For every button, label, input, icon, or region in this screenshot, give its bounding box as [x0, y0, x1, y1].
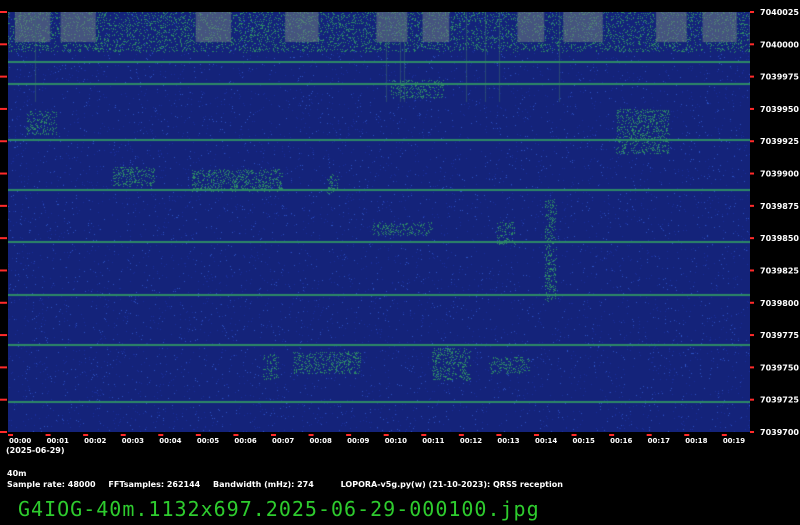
- y-tick-mark: [750, 366, 754, 369]
- y-tick-mark-left: [0, 172, 7, 175]
- y-tick-label: 7039725: [760, 396, 799, 405]
- x-tick-label: 00:05: [197, 437, 219, 445]
- x-tick-mark: [684, 434, 690, 436]
- y-tick-label: 7040000: [760, 40, 799, 49]
- y-tick-mark: [750, 237, 754, 240]
- x-tick-mark: [646, 434, 652, 436]
- y-tick-mark-left: [0, 334, 7, 337]
- y-tick-mark: [750, 301, 754, 304]
- filename-caption: G4IOG-40m.1132x697.2025-06-29-000100.jpg: [18, 497, 540, 521]
- y-tick-mark-left: [0, 204, 7, 207]
- x-tick-mark: [533, 434, 539, 436]
- y-tick-mark-left: [0, 431, 7, 433]
- y-tick-mark: [750, 431, 754, 433]
- x-tick-label: 00:00: [9, 437, 31, 445]
- y-tick-mark: [750, 107, 754, 110]
- x-tick-label: 00:10: [385, 437, 407, 445]
- y-tick-label: 7039975: [760, 73, 799, 82]
- x-tick-mark: [609, 434, 615, 436]
- x-tick-mark: [270, 434, 276, 436]
- date-label: (2025-06-29): [6, 446, 65, 455]
- x-tick-mark: [346, 434, 352, 436]
- x-tick-mark: [496, 434, 502, 436]
- y-tick-label: 7039700: [760, 428, 799, 437]
- y-tick-label: 7039775: [760, 331, 799, 340]
- bandwidth-text: Bandwidth (mHz): 274: [213, 480, 314, 489]
- y-tick-mark: [750, 11, 754, 13]
- x-tick-mark: [8, 434, 13, 436]
- x-tick-mark: [120, 434, 126, 436]
- y-tick-mark-left: [0, 237, 7, 240]
- software-text: LOPORA-v5g.py(w) (21-10-2023): QRSS rece…: [340, 480, 563, 489]
- y-tick-label: 7039750: [760, 363, 799, 372]
- x-tick-label: 00:15: [573, 437, 595, 445]
- x-tick-label: 00:08: [310, 437, 332, 445]
- x-tick-label: 00:09: [347, 437, 369, 445]
- x-tick-label: 00:06: [234, 437, 256, 445]
- x-tick-label: 00:12: [460, 437, 482, 445]
- x-tick-label: 00:02: [84, 437, 106, 445]
- fft-samples-text: FFTsamples: 262144: [108, 480, 201, 489]
- y-tick-mark: [750, 172, 754, 175]
- x-tick-label: 00:01: [47, 437, 69, 445]
- x-tick-mark: [45, 434, 51, 436]
- x-tick-label: 00:07: [272, 437, 294, 445]
- x-tick-mark: [158, 434, 164, 436]
- info-row: Sample rate: 48000 FFTsamples: 262144 Ba…: [7, 480, 573, 489]
- x-tick-mark: [195, 434, 201, 436]
- y-tick-mark: [750, 334, 754, 337]
- y-tick-mark-left: [0, 269, 7, 272]
- y-tick-mark: [750, 269, 754, 272]
- x-tick-mark: [233, 434, 239, 436]
- y-tick-mark-left: [0, 140, 7, 143]
- x-tick-mark: [458, 434, 464, 436]
- x-tick-label: 00:14: [535, 437, 557, 445]
- y-tick-label: 7039800: [760, 299, 799, 308]
- y-tick-mark: [750, 204, 754, 207]
- x-tick-label: 00:18: [685, 437, 707, 445]
- y-tick-mark-left: [0, 11, 7, 13]
- x-tick-mark: [383, 434, 389, 436]
- sample-rate-text: Sample rate: 48000: [7, 480, 96, 489]
- waterfall-plot: 7040025 7040000 7039975 7039950 7039925 70399…: [0, 8, 799, 445]
- y-tick-mark: [750, 140, 754, 143]
- y-tick-label: 7039925: [760, 137, 799, 146]
- y-tick-mark-left: [0, 301, 7, 304]
- y-tick-mark: [750, 75, 754, 78]
- y-tick-label: 7040025: [760, 8, 799, 17]
- grabber-screenshot: 7040025 7040000 7039975 7039950 7039925 70399…: [0, 0, 800, 525]
- x-tick-label: 00:04: [159, 437, 181, 445]
- x-tick-mark: [421, 434, 427, 436]
- x-tick-mark: [83, 434, 89, 436]
- y-tick-label: 7039825: [760, 266, 799, 275]
- x-tick-label: 00:11: [422, 437, 444, 445]
- y-tick-label: 7039850: [760, 234, 799, 243]
- x-tick-label: 00:19: [723, 437, 745, 445]
- y-tick-mark: [750, 43, 754, 46]
- y-tick-mark-left: [0, 107, 7, 110]
- y-tick-mark-left: [0, 398, 7, 401]
- band-label: 40m: [7, 469, 27, 478]
- y-tick-mark: [750, 398, 754, 401]
- x-tick-mark: [721, 434, 727, 436]
- x-tick-label: 00:17: [648, 437, 670, 445]
- y-tick-label: 7039900: [760, 170, 799, 179]
- x-tick-mark: [571, 434, 577, 436]
- x-tick-label: 00:16: [610, 437, 632, 445]
- x-tick-label: 00:13: [497, 437, 519, 445]
- x-tick-label: 00:03: [122, 437, 144, 445]
- axis-layer: 7040025 7040000 7039975 7039950 7039925 70399…: [0, 8, 799, 445]
- y-tick-mark-left: [0, 366, 7, 369]
- y-tick-mark-left: [0, 75, 7, 78]
- y-tick-label: 7039875: [760, 202, 799, 211]
- y-tick-mark-left: [0, 43, 7, 46]
- x-tick-mark: [308, 434, 314, 436]
- y-tick-label: 7039950: [760, 105, 799, 114]
